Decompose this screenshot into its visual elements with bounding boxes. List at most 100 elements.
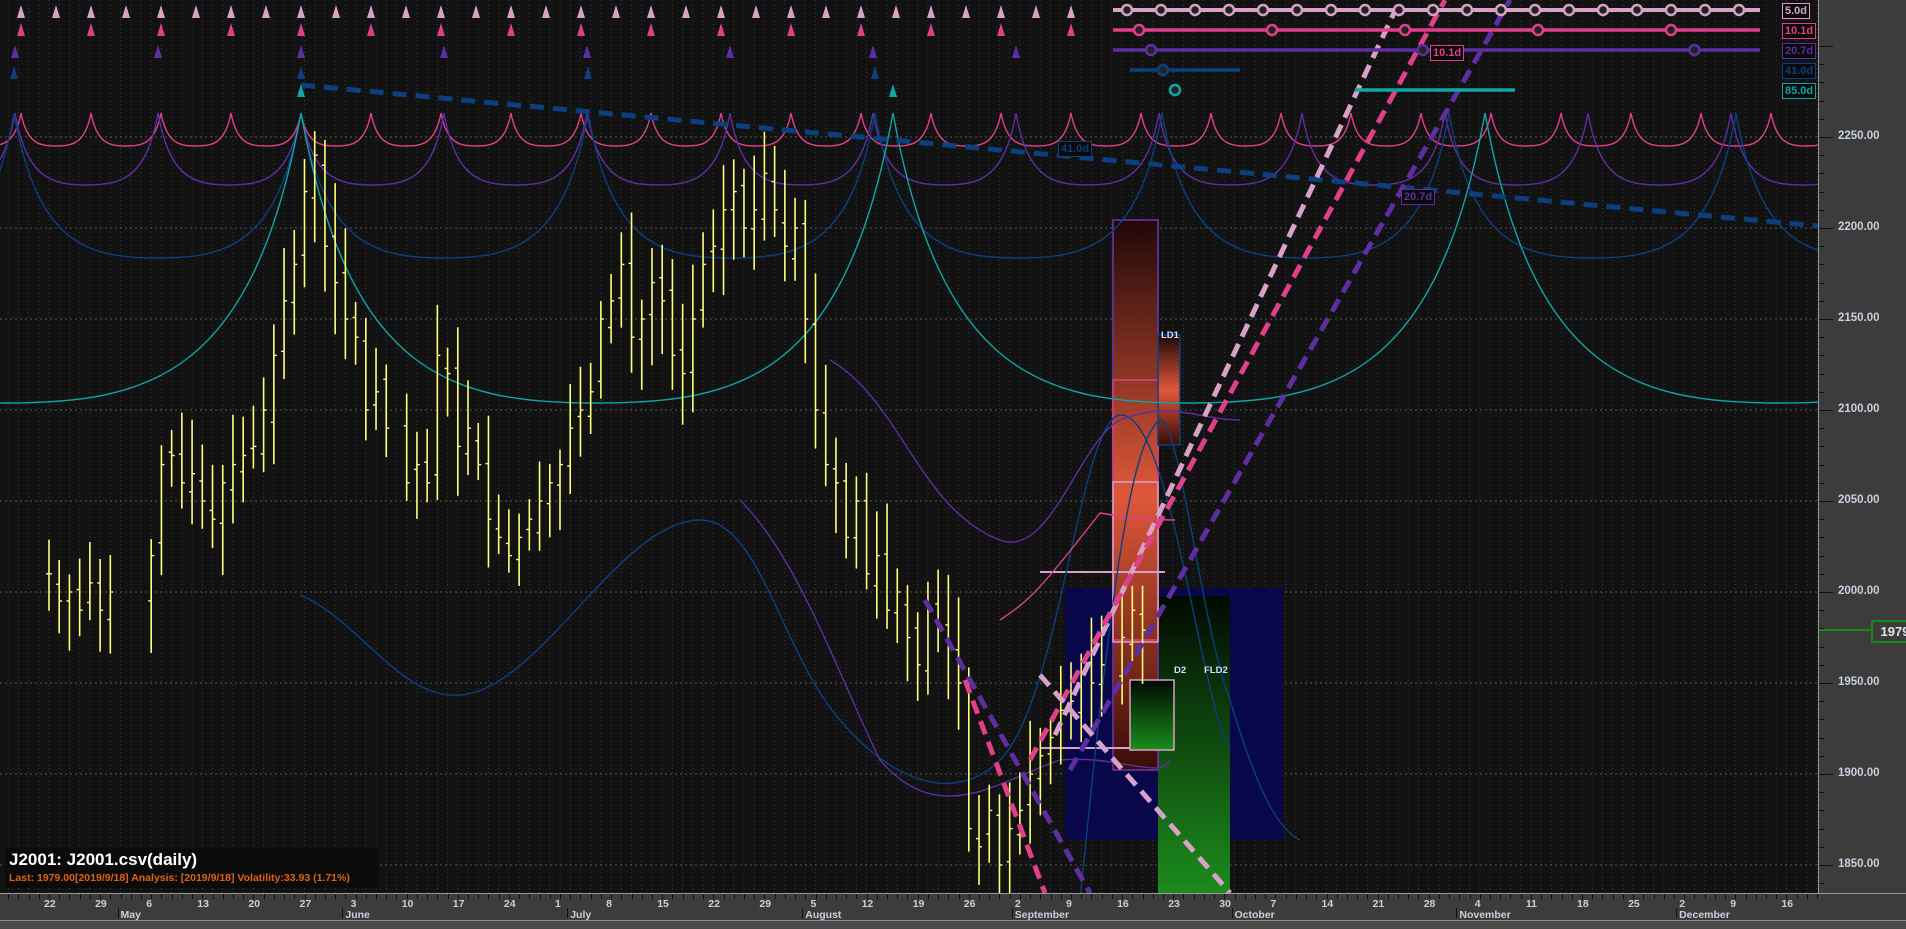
cycle-marker-triangle	[154, 45, 162, 58]
x-tick	[1459, 894, 1461, 899]
price-bar	[434, 304, 441, 500]
x-tick	[1817, 894, 1819, 899]
cycle-marker-triangle	[227, 5, 235, 18]
fld-label-fld2: FLD2	[1204, 665, 1228, 676]
price-bar	[822, 365, 829, 487]
date-label: 17	[452, 898, 465, 910]
x-tick	[1551, 894, 1553, 899]
cycle-marker-triangle	[857, 23, 865, 36]
cycle-marker-triangle	[297, 23, 305, 36]
x-tick	[754, 894, 756, 899]
x-tick	[1265, 894, 1267, 899]
price-bar	[996, 794, 1003, 893]
cycle-projection-marker	[1222, 3, 1236, 17]
date-label: 26	[963, 898, 976, 910]
price-bar	[792, 197, 799, 281]
cycle-projection-marker	[1596, 3, 1610, 17]
price-bar	[843, 462, 850, 559]
cycle-projection-marker	[1688, 43, 1701, 57]
y-tick	[1819, 501, 1833, 502]
cycle-projection-marker	[1630, 3, 1644, 17]
price-bar	[321, 139, 328, 292]
price-bar	[332, 183, 339, 335]
cycle-marker-triangle	[997, 5, 1005, 18]
cycle-marker-triangle	[962, 5, 970, 18]
y-tick	[1819, 319, 1833, 320]
y-tick-label: 1900.00	[1838, 767, 1880, 779]
x-tick	[1009, 894, 1011, 899]
cycle-projection-marker	[1156, 63, 1170, 77]
instrument-status: Last: 1979.00[2019/9/18] Analysis: [2019…	[9, 872, 350, 884]
x-tick	[835, 894, 837, 899]
price-bar	[863, 472, 870, 590]
y-tick	[1819, 391, 1824, 393]
price-bar	[485, 415, 492, 568]
price-axis[interactable]: 1979.00 2250.00 2200.00 2150.00 2100.00 2050…	[1818, 0, 1906, 893]
price-bar	[301, 158, 308, 288]
x-tick	[1336, 894, 1338, 899]
cycle-label-41-0d[interactable]: 41.0d	[1782, 63, 1817, 79]
cycle-arc	[0, 112, 1818, 404]
cycle-label-5-0d[interactable]: 5.0d	[1782, 3, 1811, 19]
x-tick	[938, 894, 940, 899]
x-tick	[641, 894, 643, 899]
x-tick	[1203, 894, 1205, 899]
x-tick	[232, 894, 234, 899]
x-tick	[1571, 894, 1573, 899]
date-label: 29	[95, 898, 107, 910]
cycle-label-85-0d[interactable]: 85.0d	[1782, 83, 1817, 99]
x-tick	[1316, 894, 1318, 899]
date-label: 9	[1730, 898, 1737, 910]
price-bar	[475, 422, 482, 481]
y-tick-label: 1850.00	[1838, 858, 1880, 870]
date-label: 11	[1525, 898, 1537, 910]
chart-canvas[interactable]	[0, 0, 1818, 893]
cycle-marker-triangle	[297, 45, 305, 58]
price-bar	[229, 414, 236, 524]
cycle-projection-marker	[1416, 43, 1429, 57]
date-label: 20	[248, 898, 261, 910]
y-tick	[1819, 118, 1824, 120]
date-label: 6	[146, 898, 153, 910]
price-bar	[342, 228, 349, 360]
price-bar	[965, 667, 972, 852]
cycle-marker-triangle	[52, 5, 60, 18]
date-label: 18	[1577, 898, 1589, 910]
date-axis[interactable]: 22 29 6 13 20 27 3 10 17 24 1 8 15 22 29 5 12 19 26 2 9 16 23 3…	[0, 893, 1906, 921]
date-label: 22	[708, 898, 720, 910]
y-tick	[1819, 191, 1824, 193]
cycle-label-20-7d[interactable]: 20.7d	[1782, 43, 1817, 59]
cycle-marker-triangle	[1032, 5, 1040, 18]
cycle-label-10-1d[interactable]: 10.1d	[1782, 23, 1817, 39]
x-tick	[580, 894, 582, 899]
y-tick	[1819, 264, 1824, 266]
date-label: 13	[197, 898, 209, 910]
price-chart[interactable]	[0, 0, 1818, 893]
x-tick	[1091, 894, 1093, 899]
last-price-line	[1819, 629, 1871, 631]
trend-label-pink: 10.1d	[1430, 45, 1465, 61]
cycle-projection-marker	[1144, 43, 1158, 57]
month-tick	[1456, 908, 1458, 918]
price-bar	[557, 449, 563, 530]
x-tick	[825, 894, 827, 899]
date-label: 16	[1117, 898, 1129, 910]
price-bar	[700, 232, 707, 328]
price-bar	[250, 405, 257, 469]
price-bar	[832, 437, 839, 534]
cycle-marker-triangle	[822, 5, 830, 18]
x-tick	[1541, 894, 1543, 899]
price-bar	[260, 377, 267, 473]
date-label: 21	[1372, 898, 1385, 910]
y-tick	[1819, 137, 1833, 138]
x-tick	[1612, 894, 1614, 899]
y-tick	[1819, 155, 1824, 157]
price-bar	[689, 264, 696, 413]
x-tick	[590, 894, 592, 899]
y-tick-label: 2250.00	[1838, 130, 1880, 142]
cycle-marker-triangle	[717, 5, 725, 18]
month-tick	[117, 908, 119, 918]
x-tick	[927, 894, 929, 899]
x-tick	[416, 894, 418, 899]
cycle-marker-triangle	[122, 5, 130, 18]
